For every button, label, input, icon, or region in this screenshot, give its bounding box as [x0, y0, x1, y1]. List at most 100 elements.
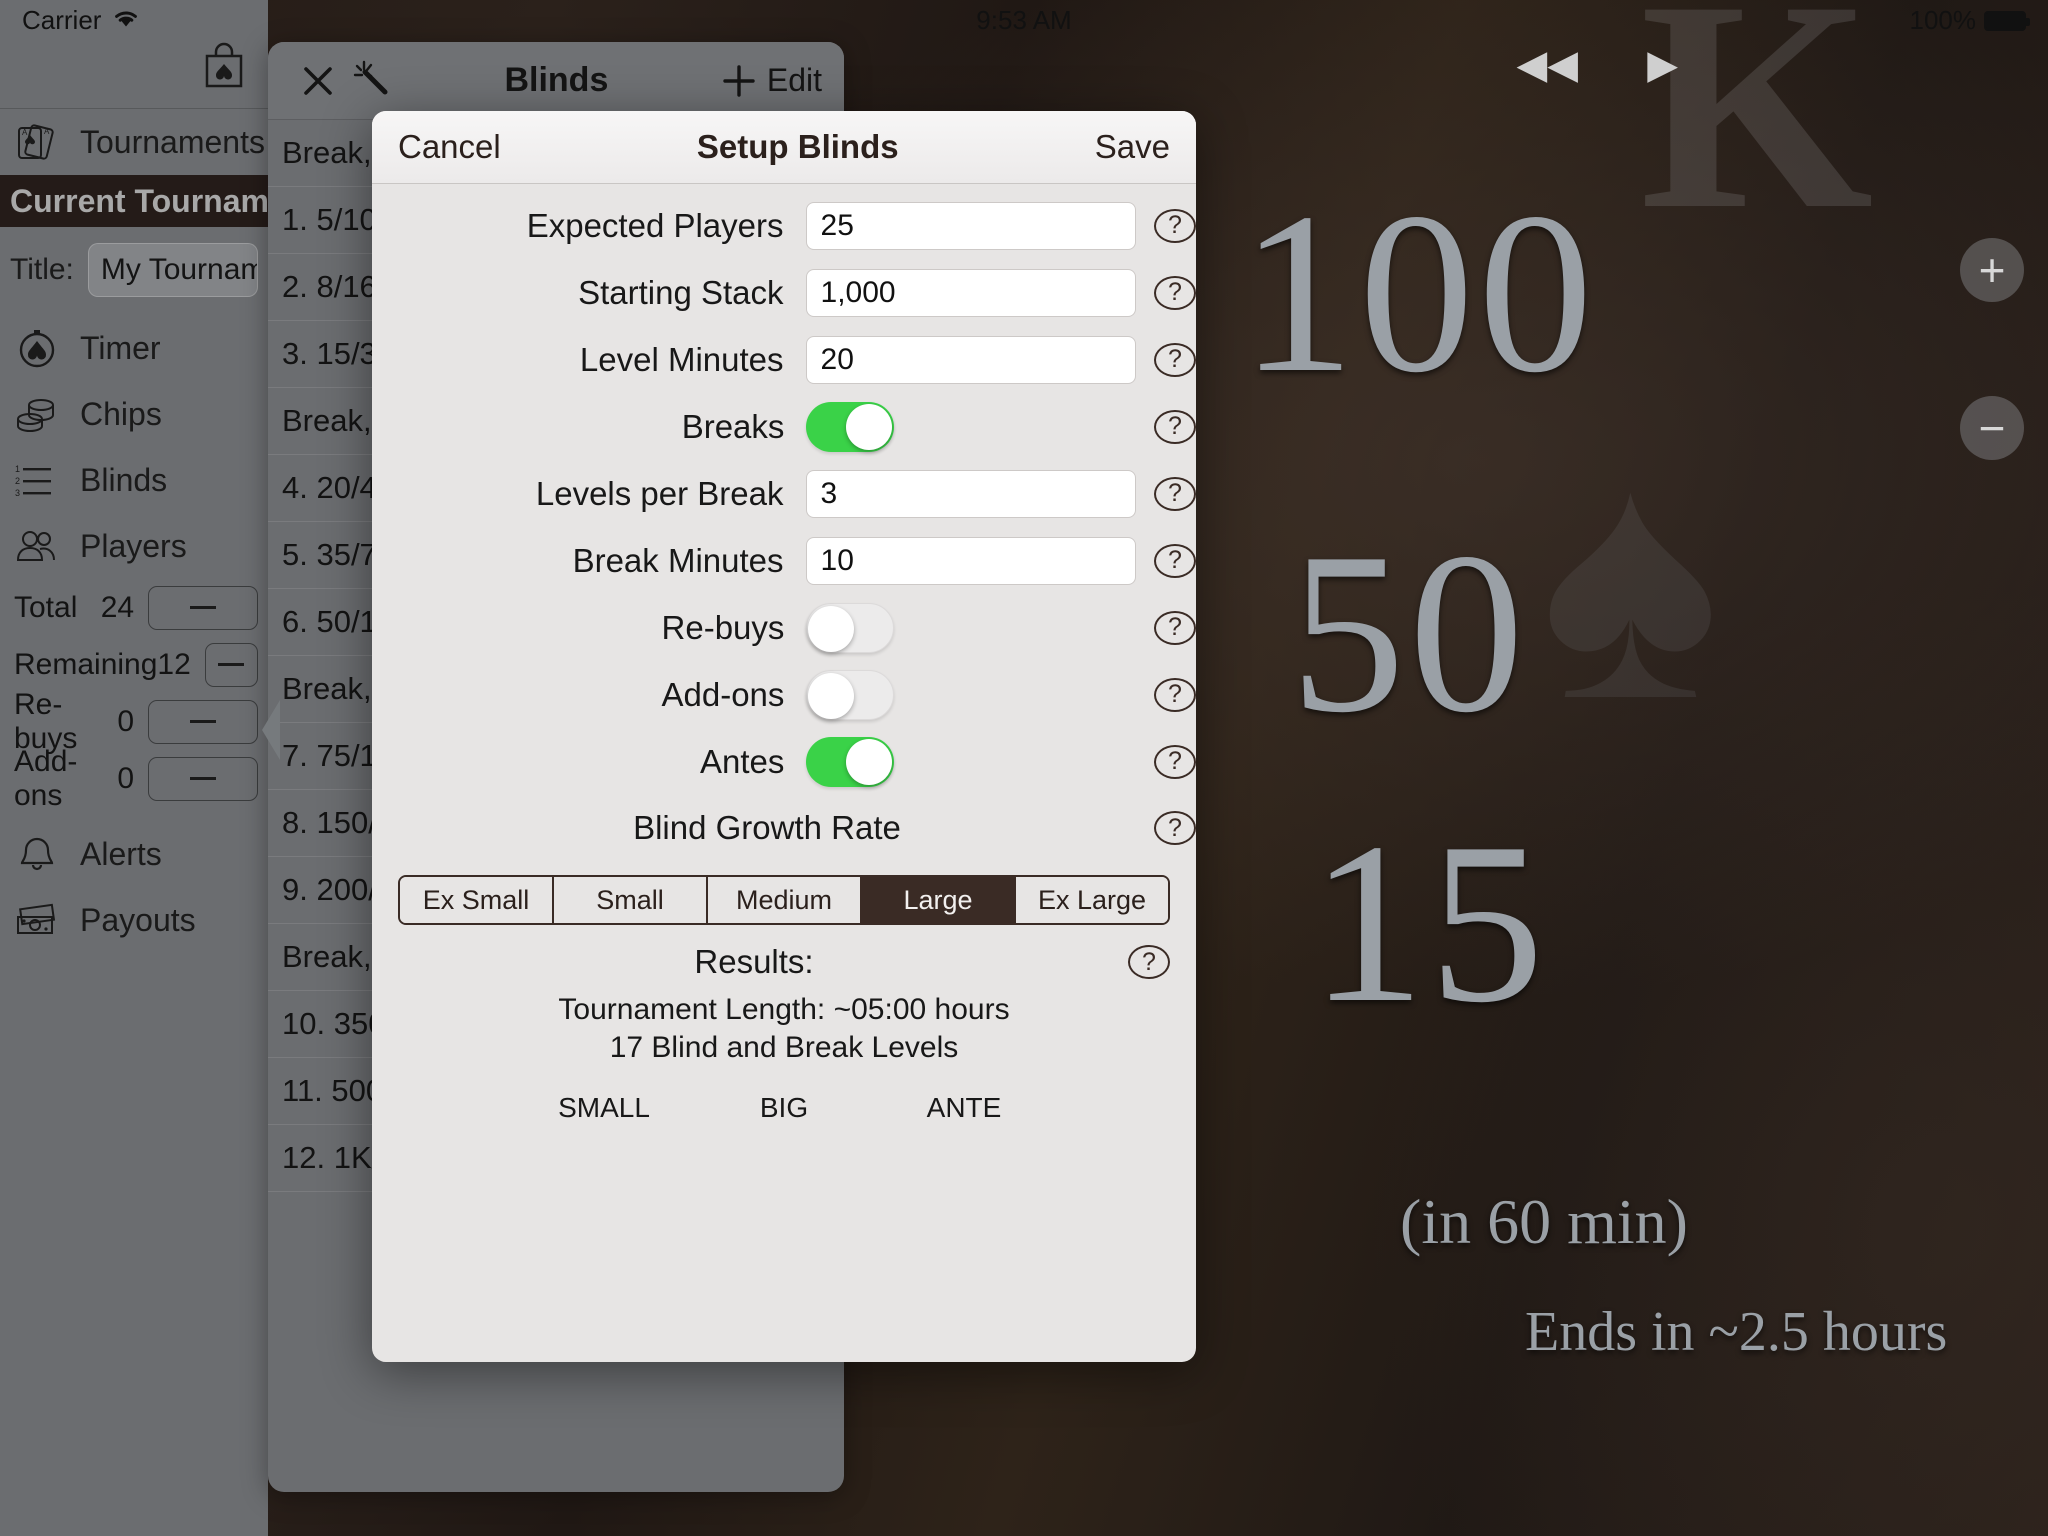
sidebar-item-label-payouts: Payouts [80, 901, 196, 938]
toggle-knob [846, 403, 893, 450]
breaks-toggle[interactable] [806, 401, 895, 452]
rebuys-toggle[interactable] [806, 602, 895, 653]
save-button[interactable]: Save [1095, 128, 1170, 166]
sidebar-item-timer[interactable]: Timer [0, 315, 268, 381]
question-mark-icon[interactable]: ? [1154, 543, 1196, 578]
question-mark-icon[interactable]: ? [1154, 476, 1196, 511]
stat-value-addons: 0 [117, 761, 135, 795]
sidebar-item-alerts[interactable]: Alerts [0, 821, 268, 887]
shopping-bag-spade-icon[interactable] [202, 42, 246, 95]
magic-wand-icon[interactable] [346, 58, 402, 104]
sidebar-item-label-chips: Chips [80, 395, 162, 432]
levels-per-break-input[interactable]: 3 [805, 469, 1136, 518]
timer-next-level-text: (in 60 min) [1400, 1186, 1688, 1257]
bell-icon [14, 831, 60, 877]
rebuys-toggle-wrap [806, 602, 1136, 653]
sidebar-item-label-players: Players [80, 527, 187, 564]
sidebar-item-blinds[interactable]: 1 2 3 Blinds [0, 447, 268, 513]
question-mark-icon[interactable]: ? [1154, 610, 1196, 645]
field-row-levels-per-break: Levels per Break 3 ? [372, 460, 1196, 527]
field-row-level-minutes: Level Minutes 20 ? [372, 326, 1196, 393]
field-label-addons: Add-ons [661, 675, 785, 713]
field-label-break-minutes: Break Minutes [572, 541, 784, 579]
field-label-level-minutes: Level Minutes [579, 340, 784, 378]
stat-stepper-rebuys[interactable] [148, 699, 258, 744]
results-tournament-length: Tournament Length: ~05:00 hours [558, 993, 1010, 1026]
stat-stepper-remaining[interactable] [204, 642, 258, 687]
tournament-title-input[interactable]: My Tournament [87, 243, 258, 297]
growth-rate-segmented-wrap: Ex Small Small Medium Large Ex Large [372, 861, 1196, 925]
two-people-icon [14, 523, 60, 569]
sidebar: A A Tournaments Current Tournament Title… [0, 0, 268, 1536]
segment-ex-small[interactable]: Ex Small [400, 877, 554, 923]
results-summary: Tournament Length: ~05:00 hours 17 Blind… [372, 981, 1196, 1068]
segment-medium[interactable]: Medium [708, 877, 862, 923]
question-mark-icon[interactable]: ? [1154, 677, 1196, 712]
expected-players-input[interactable]: 25 [805, 201, 1136, 250]
stat-label-addons: Add-ons [14, 744, 78, 812]
growth-rate-segmented-control[interactable]: Ex Small Small Medium Large Ex Large [398, 875, 1170, 925]
sidebar-item-label-tournaments: Tournaments [80, 123, 265, 160]
sidebar-topbar [0, 0, 268, 108]
question-mark-icon[interactable]: ? [1154, 811, 1196, 845]
stat-label-remaining: Remaining [14, 647, 158, 681]
sidebar-item-players[interactable]: Players [0, 513, 268, 579]
cancel-button[interactable]: Cancel [398, 128, 501, 166]
addons-toggle[interactable] [806, 669, 895, 720]
sidebar-item-chips[interactable]: Chips [0, 381, 268, 447]
numbered-list-icon: 1 2 3 [14, 457, 60, 503]
question-mark-icon[interactable]: ? [1154, 744, 1196, 779]
question-mark-icon[interactable]: ? [1128, 945, 1170, 979]
field-row-rebuys: Re-buys ? [372, 594, 1196, 661]
stat-value-remaining: 12 [157, 647, 191, 681]
sidebar-item-label-timer: Timer [80, 329, 161, 366]
decrease-button[interactable]: − [1960, 396, 2024, 460]
stat-label-total: Total [14, 590, 78, 624]
blinds-panel-title: Blinds [504, 61, 609, 99]
question-mark-icon[interactable]: ? [1154, 208, 1196, 243]
sidebar-item-payouts[interactable]: Payouts [0, 887, 268, 953]
question-mark-icon[interactable]: ? [1154, 409, 1196, 444]
segment-large[interactable]: Large [862, 877, 1016, 923]
field-label-levels-per-break: Levels per Break [535, 474, 784, 512]
toggle-knob [808, 605, 855, 652]
svg-text:A: A [22, 128, 28, 137]
modal-title: Setup Blinds [696, 128, 899, 165]
sidebar-section-current-tournament[interactable]: Current Tournament [0, 175, 268, 227]
field-row-expected-players: Expected Players 25 ? [372, 192, 1196, 259]
increase-button[interactable]: + [1960, 238, 2024, 302]
toggle-knob [846, 738, 893, 785]
stat-row-addons: Add-ons 0 [0, 745, 268, 812]
starting-stack-input[interactable]: 1,000 [805, 268, 1136, 317]
blinds-edit-button[interactable]: Edit [767, 62, 822, 99]
sidebar-item-label-alerts: Alerts [80, 835, 162, 872]
break-minutes-input[interactable]: 10 [805, 536, 1136, 585]
stat-stepper-total[interactable] [148, 585, 258, 630]
stat-stepper-addons[interactable] [148, 756, 258, 801]
segment-ex-large[interactable]: Ex Large [1016, 877, 1168, 923]
tournament-title-label: Title: [10, 253, 74, 286]
results-column-small: SMALL [558, 1091, 650, 1123]
results-level-count: 17 Blind and Break Levels [609, 1031, 959, 1065]
results-column-ante: ANTE [926, 1091, 1002, 1123]
segment-small[interactable]: Small [554, 877, 708, 923]
breaks-toggle-wrap [806, 401, 1136, 452]
stat-value-rebuys: 0 [117, 704, 135, 738]
field-row-antes: Antes ? [372, 728, 1196, 795]
sidebar-item-tournaments[interactable]: A A Tournaments [0, 109, 268, 175]
field-label-breaks: Breaks [681, 407, 785, 445]
question-mark-icon[interactable]: ? [1154, 342, 1196, 377]
field-row-addons: Add-ons ? [372, 661, 1196, 728]
rewind-icon[interactable]: ◀◀ [1516, 42, 1578, 88]
money-bills-icon [14, 897, 60, 943]
question-mark-icon[interactable]: ? [1154, 275, 1196, 310]
close-x-icon[interactable] [290, 59, 346, 103]
antes-toggle[interactable] [806, 736, 895, 787]
stopwatch-spade-icon [14, 325, 60, 371]
play-icon[interactable]: ▶ [1647, 42, 1678, 88]
level-minutes-input[interactable]: 20 [805, 335, 1136, 384]
field-label-expected-players: Expected Players [526, 206, 784, 244]
plus-icon[interactable] [711, 59, 767, 103]
results-label: Results: [694, 943, 814, 980]
modal-navbar: Cancel Setup Blinds Save [372, 111, 1196, 184]
